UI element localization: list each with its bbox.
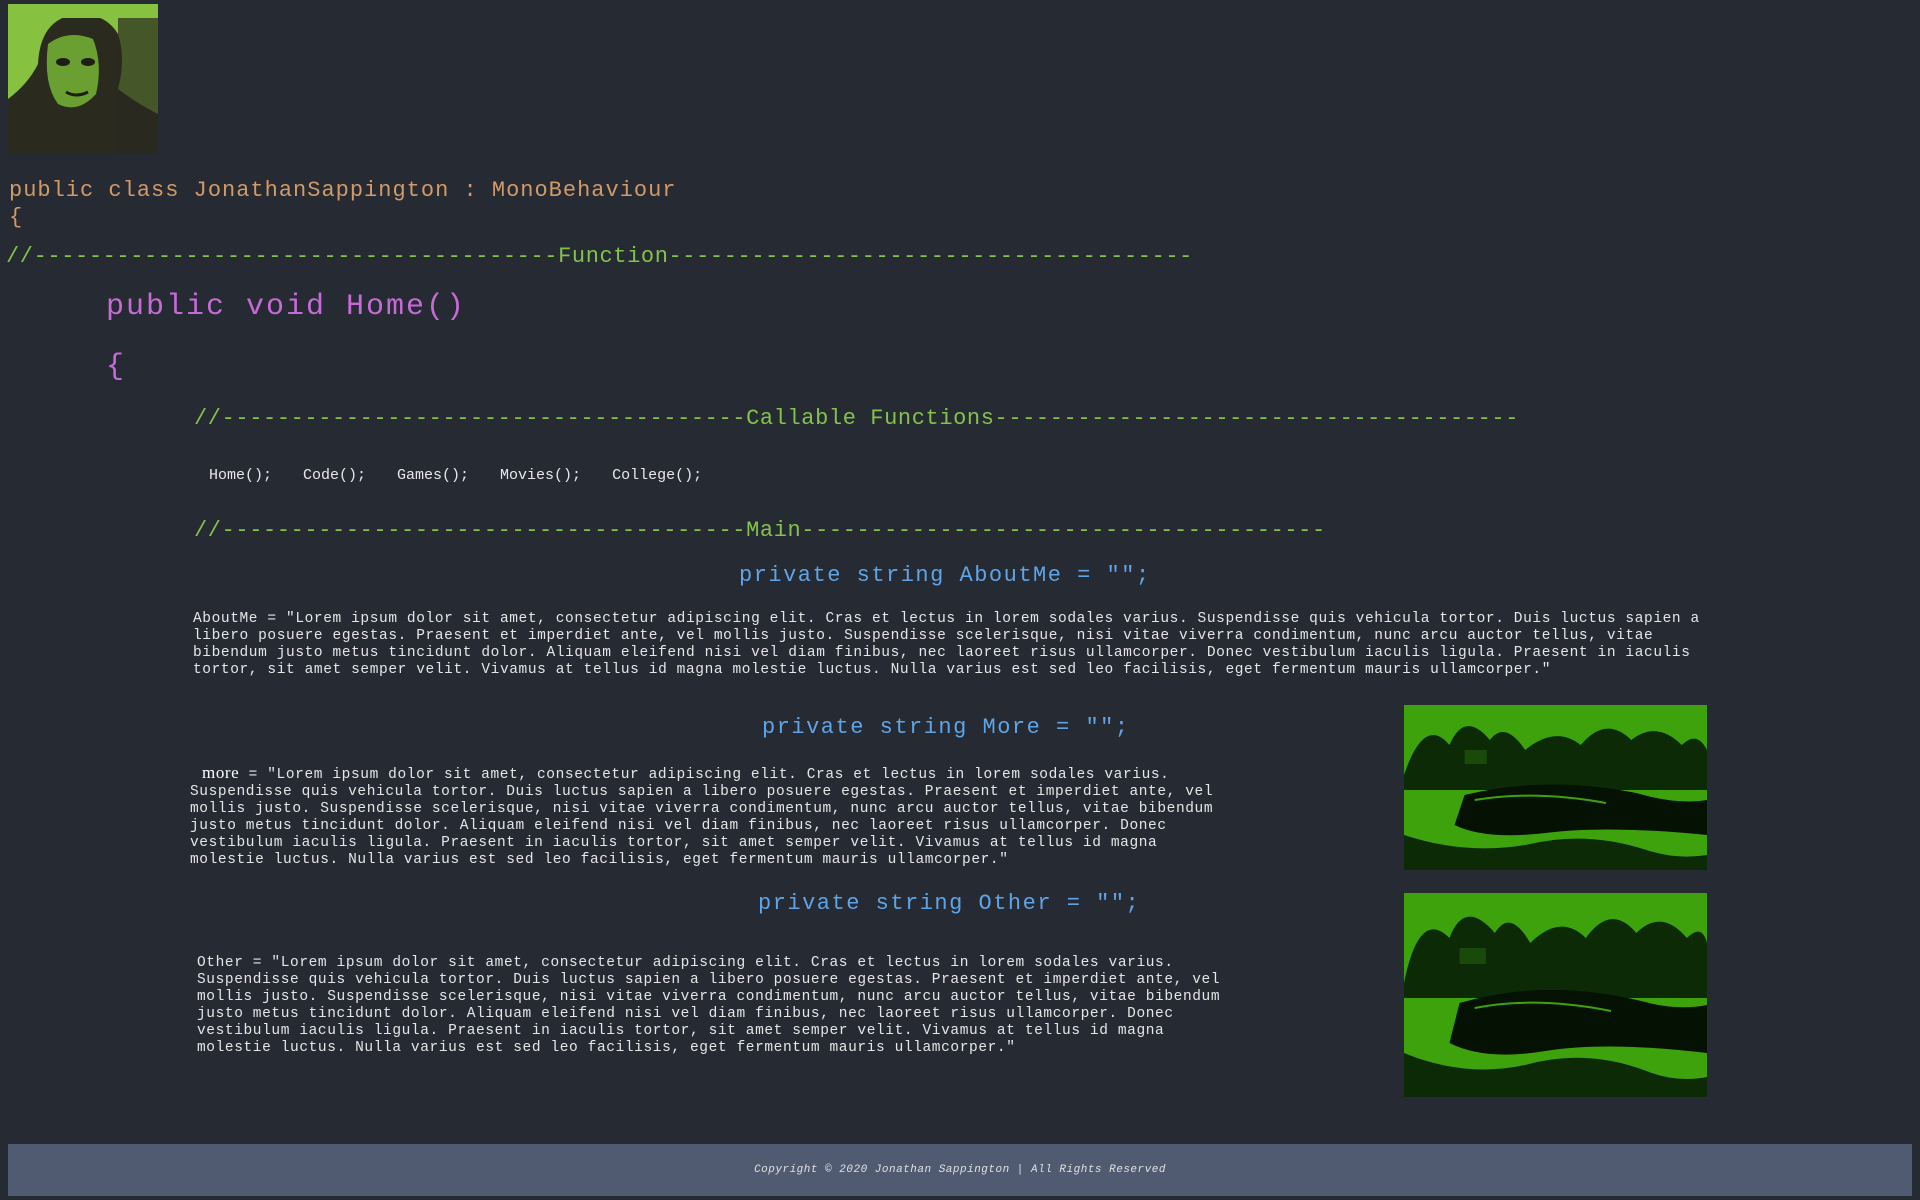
park-photo: [1404, 893, 1707, 1097]
nav-link-home[interactable]: Home();: [209, 467, 272, 484]
footer: Copyright © 2020 Jonathan Sappington | A…: [8, 1144, 1912, 1196]
about-heading: private string AboutMe = "";: [739, 563, 1151, 588]
more-text: = "Lorem ipsum dolor sit amet, consectet…: [190, 767, 1214, 868]
other-text: Other = "Lorem ipsum dolor sit amet, con…: [197, 955, 1221, 1056]
main-nav: Home(); Code(); Games(); Movies(); Colle…: [209, 467, 702, 484]
function-divider: //--------------------------------------…: [6, 244, 1193, 269]
copyright-text: Copyright © 2020 Jonathan Sappington | A…: [754, 1164, 1166, 1176]
nav-link-movies[interactable]: Movies();: [500, 467, 581, 484]
more-heading: private string More = "";: [762, 715, 1130, 740]
park-photo: [1404, 705, 1707, 870]
more-paragraph: more = "Lorem ipsum dolor sit amet, cons…: [190, 764, 1240, 869]
nav-link-college[interactable]: College();: [612, 467, 702, 484]
more-key: more: [202, 763, 240, 782]
nav-link-games[interactable]: Games();: [397, 467, 469, 484]
about-text: AboutMe = "Lorem ipsum dolor sit amet, c…: [193, 611, 1700, 678]
profile-photo: [8, 4, 158, 154]
other-heading: private string Other = "";: [758, 891, 1141, 916]
nav-link-code[interactable]: Code();: [303, 467, 366, 484]
main-divider: //--------------------------------------…: [194, 518, 1326, 543]
method-signature: public void Home(): [106, 290, 467, 324]
callable-functions-divider: //--------------------------------------…: [194, 406, 1520, 431]
class-declaration: public class JonathanSappington : MonoBe…: [9, 178, 677, 203]
class-open-brace: {: [9, 205, 23, 230]
method-open-brace: {: [106, 350, 125, 384]
